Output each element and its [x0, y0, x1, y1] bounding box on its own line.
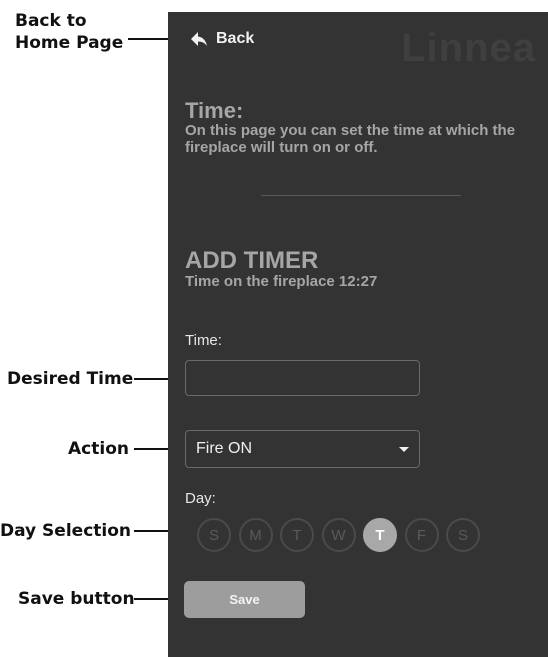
- app-screen: Back Linnea Time: On this page you can s…: [168, 12, 548, 657]
- annotation-back-line2: Home Page: [15, 33, 124, 53]
- annotation-back-line1: Back to: [15, 11, 87, 31]
- divider: [261, 195, 461, 196]
- page-description: On this page you can set the time at whi…: [185, 122, 516, 156]
- caret-down-icon: [399, 446, 409, 452]
- annotation-save-button: Save button: [18, 589, 135, 609]
- add-timer-title: ADD TIMER: [185, 247, 319, 274]
- annotation-action: Action: [68, 439, 129, 459]
- day-label: Day:: [185, 490, 216, 507]
- save-button[interactable]: Save: [184, 581, 305, 618]
- day-button-fri[interactable]: F: [404, 518, 439, 552]
- brand-logo: Linnea: [401, 26, 536, 70]
- annotation-day-selection: Day Selection: [0, 521, 132, 541]
- back-label: Back: [216, 30, 255, 47]
- day-button-tue[interactable]: T: [280, 518, 314, 552]
- back-button[interactable]: Back: [190, 30, 254, 48]
- day-button-mon[interactable]: M: [238, 518, 273, 552]
- time-label: Time:: [185, 332, 222, 349]
- day-selector: S M T W T F S: [197, 518, 488, 552]
- time-input[interactable]: [185, 360, 420, 396]
- day-button-sun[interactable]: S: [197, 518, 231, 552]
- day-button-thu[interactable]: T: [363, 518, 397, 552]
- page-title: Time:: [185, 98, 244, 123]
- action-selected-value: Fire ON: [196, 440, 252, 457]
- day-button-wed[interactable]: W: [321, 518, 356, 552]
- day-button-sat[interactable]: S: [446, 518, 480, 552]
- fireplace-time-text: Time on the fireplace 12:27: [185, 273, 378, 290]
- annotation-back: Back to Home Page: [15, 10, 123, 54]
- back-arrow-icon: [191, 32, 207, 46]
- action-select[interactable]: Fire ON: [185, 430, 420, 468]
- annotation-desired-time: Desired Time: [7, 369, 134, 389]
